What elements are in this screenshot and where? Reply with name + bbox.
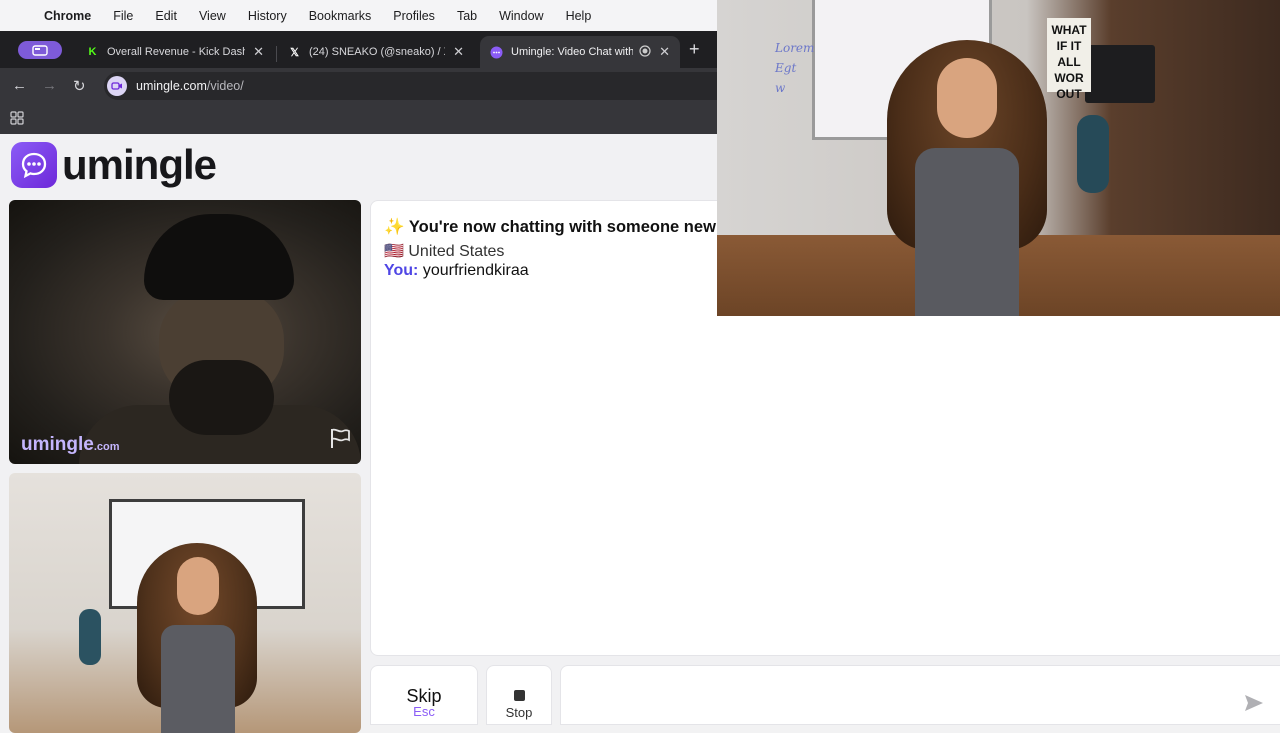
tab-umingle[interactable]: Umingle: Video Chat with ✕ [480, 36, 680, 68]
chat-message: You: yourfriendkiraa [384, 262, 529, 280]
tab-sneako-x[interactable]: 𝕏 (24) SNEAKO (@sneako) / X ✕ [278, 36, 474, 68]
self-video-microphone [79, 609, 101, 665]
webcam-person [887, 40, 1047, 316]
menu-bookmarks[interactable]: Bookmarks [309, 9, 372, 23]
menu-edit[interactable]: Edit [155, 9, 177, 23]
menu-tab[interactable]: Tab [457, 9, 477, 23]
watermark-name: umingle [21, 434, 94, 455]
self-video-person [177, 557, 219, 615]
close-tab-icon[interactable]: ✕ [453, 44, 464, 60]
bookmarks-bar [0, 104, 717, 134]
self-video-feed [9, 473, 361, 733]
forward-arrow-icon[interactable]: → [42, 77, 57, 94]
umingle-chat-icon [490, 46, 503, 59]
menu-file[interactable]: File [113, 9, 133, 23]
tab-groups-icon [32, 44, 48, 56]
webcam-monitor [1085, 45, 1155, 103]
skip-shortcut-hint: Esc [413, 704, 435, 719]
url-host: umingle.com [136, 79, 207, 93]
recording-indicator-icon [639, 44, 651, 60]
whiteboard-scribble: Lorem Egt w [775, 41, 815, 95]
tab-title: Overall Revenue - Kick Dashb [107, 46, 246, 58]
menu-history[interactable]: History [248, 9, 287, 23]
stranger-video-feed: umingle.com [9, 200, 361, 464]
back-arrow-icon[interactable]: ← [12, 77, 27, 94]
self-video-wall-art [11, 501, 45, 571]
menu-help[interactable]: Help [566, 9, 592, 23]
tab-title: Umingle: Video Chat with [511, 46, 634, 58]
report-flag-icon[interactable] [329, 427, 351, 454]
message-text: yourfriendkiraa [422, 262, 529, 279]
self-video-person [137, 543, 257, 733]
close-tab-icon[interactable]: ✕ [253, 44, 264, 60]
watermark-suffix: .com [93, 441, 120, 453]
site-info-video-icon[interactable] [107, 76, 127, 96]
chat-headline: You're now chatting with someone new [408, 218, 716, 236]
macos-menu-bar: Chrome File Edit View History Bookmarks … [0, 0, 717, 31]
stop-button[interactable]: Stop [486, 665, 552, 725]
url-path: /video/ [206, 79, 244, 93]
menu-profiles[interactable]: Profiles [393, 9, 435, 23]
self-video-person [161, 625, 235, 733]
apps-grid-icon[interactable] [10, 111, 24, 130]
new-tab-button[interactable]: + [689, 39, 700, 60]
address-bar[interactable]: umingle.com/video/ [104, 72, 717, 100]
umingle-logo-icon [11, 142, 57, 188]
stranger-figure [144, 214, 294, 300]
stranger-country: United States [408, 243, 505, 260]
tab-kick-dashboard[interactable]: K Overall Revenue - Kick Dashb ✕ [76, 36, 274, 68]
streamer-webcam-overlay: Lorem Egt w WHAT IF IT ALL WOR OUT [717, 0, 1280, 316]
skip-button[interactable]: Skip Esc [370, 665, 478, 725]
stranger-figure [169, 360, 274, 435]
send-icon[interactable] [1244, 694, 1264, 717]
browser-tab-strip: K Overall Revenue - Kick Dashb ✕ 𝕏 (24) … [0, 31, 717, 68]
video-watermark: umingle.com [21, 434, 120, 456]
x-logo-icon: 𝕏 [290, 46, 299, 59]
webcam-wall-art: WHAT IF IT ALL WOR OUT [1047, 18, 1091, 101]
logo-wordmark: umingle [62, 141, 217, 188]
stop-icon [513, 690, 525, 701]
sparkles-emoji: ✨ [384, 218, 405, 236]
stranger-country-line: 🇺🇸 United States [384, 241, 504, 261]
webcam-microphone [1077, 115, 1109, 193]
message-input[interactable] [560, 665, 1280, 725]
webcam-person [915, 148, 1019, 316]
stop-label: Stop [505, 705, 533, 720]
close-tab-icon[interactable]: ✕ [659, 44, 670, 60]
tab-title: (24) SNEAKO (@sneako) / X [309, 46, 446, 58]
menu-view[interactable]: View [199, 9, 226, 23]
us-flag-icon: 🇺🇸 [384, 243, 404, 260]
tab-groups-button[interactable] [18, 41, 62, 59]
menu-window[interactable]: Window [499, 9, 543, 23]
url-text: umingle.com/video/ [136, 79, 244, 93]
browser-toolbar: ← → ↻ umingle.com/video/ [0, 68, 717, 104]
site-logo[interactable]: umingle [11, 141, 217, 189]
reload-icon[interactable]: ↻ [73, 77, 86, 95]
skip-label: Skip [406, 686, 442, 706]
kick-k-icon: K [88, 46, 97, 58]
tab-divider [276, 46, 277, 62]
webcam-person [937, 58, 997, 138]
chat-status-line: ✨ You're now chatting with someone new [384, 218, 716, 237]
menu-app-name[interactable]: Chrome [44, 9, 91, 23]
message-sender: You: [384, 262, 419, 279]
